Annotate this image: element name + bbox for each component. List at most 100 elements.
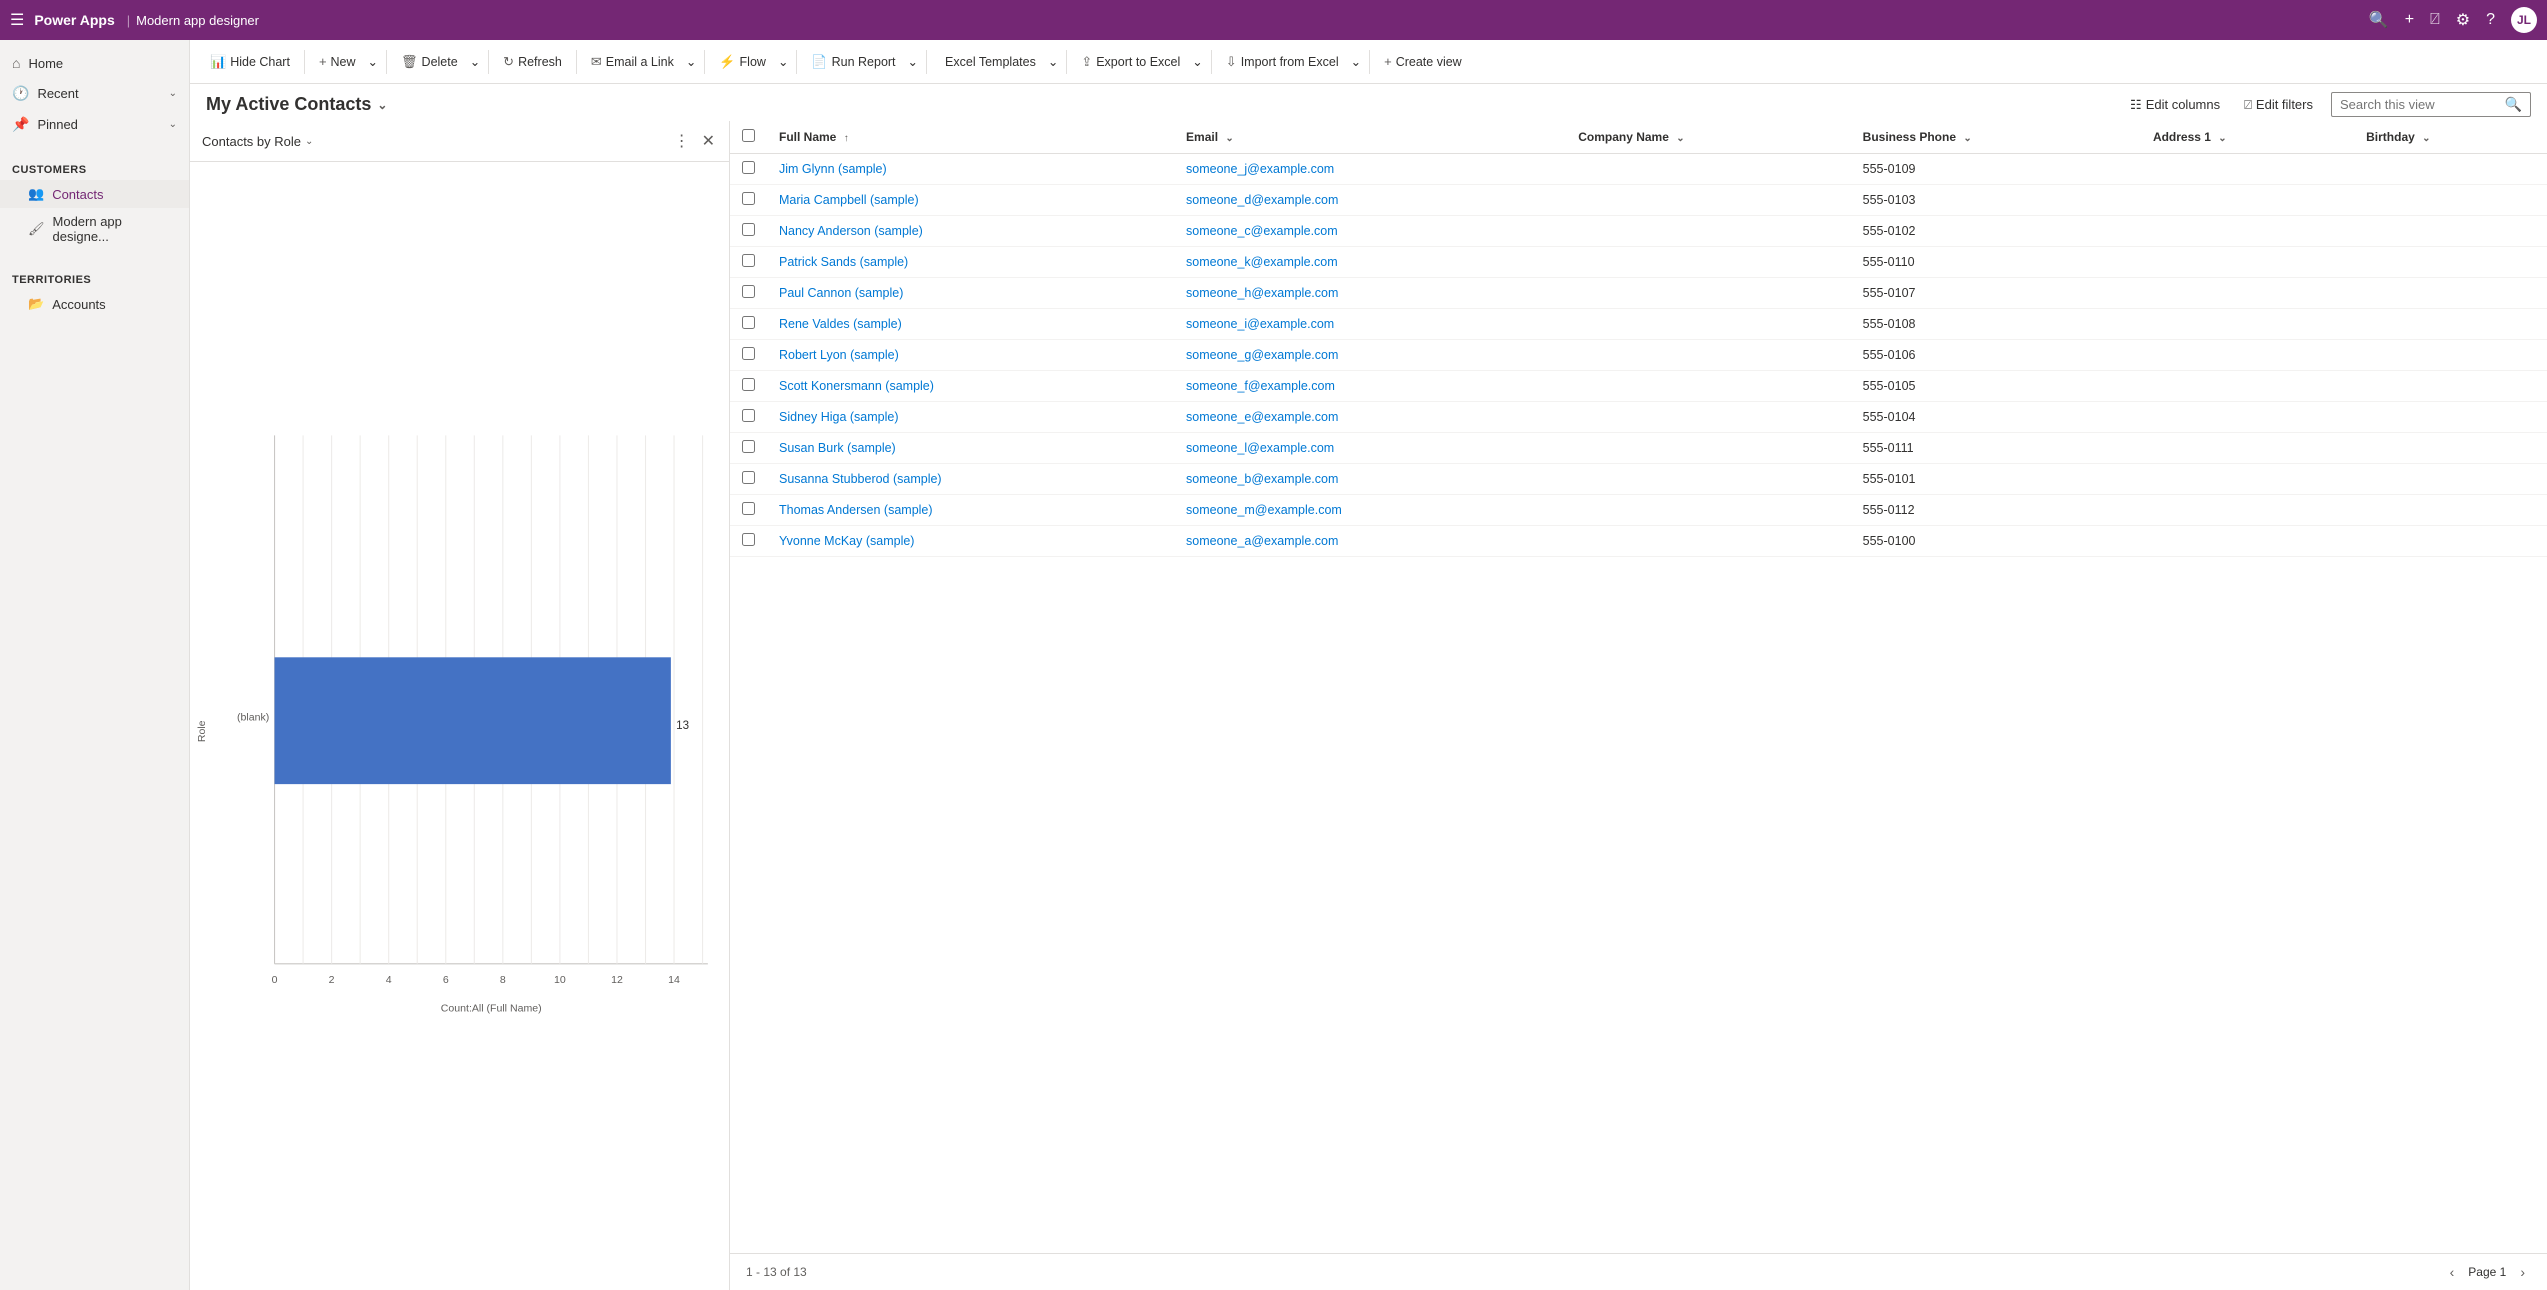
flow-dropdown-button[interactable]: ⌄ xyxy=(776,50,790,73)
row-fullname[interactable]: Rene Valdes (sample) xyxy=(767,309,1174,340)
row-email[interactable]: someone_g@example.com xyxy=(1174,340,1566,371)
col-fullname[interactable]: Full Name ↑ xyxy=(767,121,1174,154)
edit-filters-button[interactable]: ⍁ Edit filters xyxy=(2238,93,2319,117)
hide-chart-button[interactable]: 📊 Hide Chart xyxy=(202,50,298,74)
delete-button[interactable]: 🗑 Delete xyxy=(393,50,466,74)
row-select-cell[interactable] xyxy=(730,278,767,309)
row-checkbox[interactable] xyxy=(742,192,755,205)
row-checkbox[interactable] xyxy=(742,533,755,546)
col-birthday[interactable]: Birthday ⌄ xyxy=(2354,121,2547,154)
row-select-cell[interactable] xyxy=(730,216,767,247)
add-icon[interactable]: + xyxy=(2405,11,2414,29)
help-icon[interactable]: ? xyxy=(2486,11,2495,29)
row-email[interactable]: someone_j@example.com xyxy=(1174,154,1566,185)
row-email[interactable]: someone_d@example.com xyxy=(1174,185,1566,216)
row-email[interactable]: someone_b@example.com xyxy=(1174,464,1566,495)
row-select-cell[interactable] xyxy=(730,309,767,340)
search-icon[interactable]: 🔍 xyxy=(2369,10,2389,30)
search-submit-icon[interactable]: 🔍 xyxy=(2505,96,2522,113)
row-fullname[interactable]: Susanna Stubberod (sample) xyxy=(767,464,1174,495)
row-checkbox[interactable] xyxy=(742,316,755,329)
new-dropdown-button[interactable]: ⌄ xyxy=(366,50,380,73)
row-select-cell[interactable] xyxy=(730,340,767,371)
row-checkbox[interactable] xyxy=(742,378,755,391)
next-page-button[interactable]: › xyxy=(2514,1262,2531,1282)
row-fullname[interactable]: Robert Lyon (sample) xyxy=(767,340,1174,371)
row-checkbox[interactable] xyxy=(742,440,755,453)
filter-icon[interactable]: ⍁ xyxy=(2430,11,2440,29)
row-select-cell[interactable] xyxy=(730,526,767,557)
create-view-button[interactable]: + Create view xyxy=(1376,50,1470,73)
view-title[interactable]: My Active Contacts ⌄ xyxy=(206,94,387,115)
export-excel-button[interactable]: ⇪ Export to Excel xyxy=(1073,50,1188,74)
row-fullname[interactable]: Patrick Sands (sample) xyxy=(767,247,1174,278)
new-button[interactable]: + New xyxy=(311,50,364,73)
row-email[interactable]: someone_m@example.com xyxy=(1174,495,1566,526)
excel-templates-dropdown[interactable]: ⌄ xyxy=(1046,50,1060,73)
chart-more-icon[interactable]: ⋮ xyxy=(672,129,692,153)
row-checkbox[interactable] xyxy=(742,161,755,174)
select-all-header[interactable] xyxy=(730,121,767,154)
row-select-cell[interactable] xyxy=(730,247,767,278)
row-email[interactable]: someone_f@example.com xyxy=(1174,371,1566,402)
row-fullname[interactable]: Yvonne McKay (sample) xyxy=(767,526,1174,557)
row-select-cell[interactable] xyxy=(730,464,767,495)
row-email[interactable]: someone_a@example.com xyxy=(1174,526,1566,557)
sidebar-item-accounts[interactable]: 📂 Accounts xyxy=(0,290,189,318)
sidebar-item-modern-app[interactable]: 🖌 Modern app designe... xyxy=(0,208,189,250)
row-checkbox[interactable] xyxy=(742,254,755,267)
edit-columns-button[interactable]: ☷ Edit columns xyxy=(2124,93,2226,117)
row-select-cell[interactable] xyxy=(730,154,767,185)
search-input[interactable] xyxy=(2340,97,2505,112)
row-checkbox[interactable] xyxy=(742,347,755,360)
email-dropdown-button[interactable]: ⌄ xyxy=(684,50,698,73)
report-dropdown-button[interactable]: ⌄ xyxy=(906,50,920,73)
chart-title-button[interactable]: Contacts by Role ⌄ xyxy=(202,134,313,149)
delete-dropdown-button[interactable]: ⌄ xyxy=(468,50,482,73)
col-email[interactable]: Email ⌄ xyxy=(1174,121,1566,154)
refresh-button[interactable]: ↻ Refresh xyxy=(495,50,570,74)
sidebar-item-home[interactable]: ⌂ Home xyxy=(0,48,189,78)
row-select-cell[interactable] xyxy=(730,371,767,402)
row-fullname[interactable]: Thomas Andersen (sample) xyxy=(767,495,1174,526)
row-fullname[interactable]: Scott Konersmann (sample) xyxy=(767,371,1174,402)
row-fullname[interactable]: Nancy Anderson (sample) xyxy=(767,216,1174,247)
row-select-cell[interactable] xyxy=(730,402,767,433)
row-email[interactable]: someone_i@example.com xyxy=(1174,309,1566,340)
settings-icon[interactable]: ⚙ xyxy=(2456,10,2470,30)
row-checkbox[interactable] xyxy=(742,285,755,298)
row-email[interactable]: someone_h@example.com xyxy=(1174,278,1566,309)
row-select-cell[interactable] xyxy=(730,185,767,216)
import-excel-button[interactable]: ⇩ Import from Excel xyxy=(1218,50,1347,74)
row-checkbox[interactable] xyxy=(742,223,755,236)
row-email[interactable]: someone_e@example.com xyxy=(1174,402,1566,433)
row-fullname[interactable]: Maria Campbell (sample) xyxy=(767,185,1174,216)
row-checkbox[interactable] xyxy=(742,502,755,515)
email-link-button[interactable]: ✉ Email a Link xyxy=(583,50,682,74)
col-phone[interactable]: Business Phone ⌄ xyxy=(1851,121,2141,154)
row-select-cell[interactable] xyxy=(730,495,767,526)
row-checkbox[interactable] xyxy=(742,471,755,484)
select-all-checkbox[interactable] xyxy=(742,129,755,142)
import-dropdown-button[interactable]: ⌄ xyxy=(1349,50,1363,73)
user-avatar[interactable]: JL xyxy=(2511,7,2537,33)
row-email[interactable]: someone_k@example.com xyxy=(1174,247,1566,278)
row-fullname[interactable]: Susan Burk (sample) xyxy=(767,433,1174,464)
sidebar-item-recent[interactable]: 🕐 Recent ⌄ xyxy=(0,78,189,109)
hamburger-icon[interactable]: ☰ xyxy=(10,10,24,30)
row-email[interactable]: someone_l@example.com xyxy=(1174,433,1566,464)
run-report-button[interactable]: 📄 Run Report xyxy=(803,50,903,74)
col-company[interactable]: Company Name ⌄ xyxy=(1566,121,1850,154)
prev-page-button[interactable]: ‹ xyxy=(2444,1262,2461,1282)
col-address[interactable]: Address 1 ⌄ xyxy=(2141,121,2354,154)
sidebar-item-pinned[interactable]: 📌 Pinned ⌄ xyxy=(0,109,189,140)
excel-templates-button[interactable]: ​ Excel Templates xyxy=(933,50,1044,73)
row-email[interactable]: someone_c@example.com xyxy=(1174,216,1566,247)
chart-close-icon[interactable]: ✕ xyxy=(700,129,717,153)
row-fullname[interactable]: Paul Cannon (sample) xyxy=(767,278,1174,309)
sidebar-item-contacts[interactable]: 👥 Contacts xyxy=(0,180,189,208)
row-fullname[interactable]: Jim Glynn (sample) xyxy=(767,154,1174,185)
flow-button[interactable]: ⚡ Flow xyxy=(711,50,774,74)
row-select-cell[interactable] xyxy=(730,433,767,464)
row-checkbox[interactable] xyxy=(742,409,755,422)
